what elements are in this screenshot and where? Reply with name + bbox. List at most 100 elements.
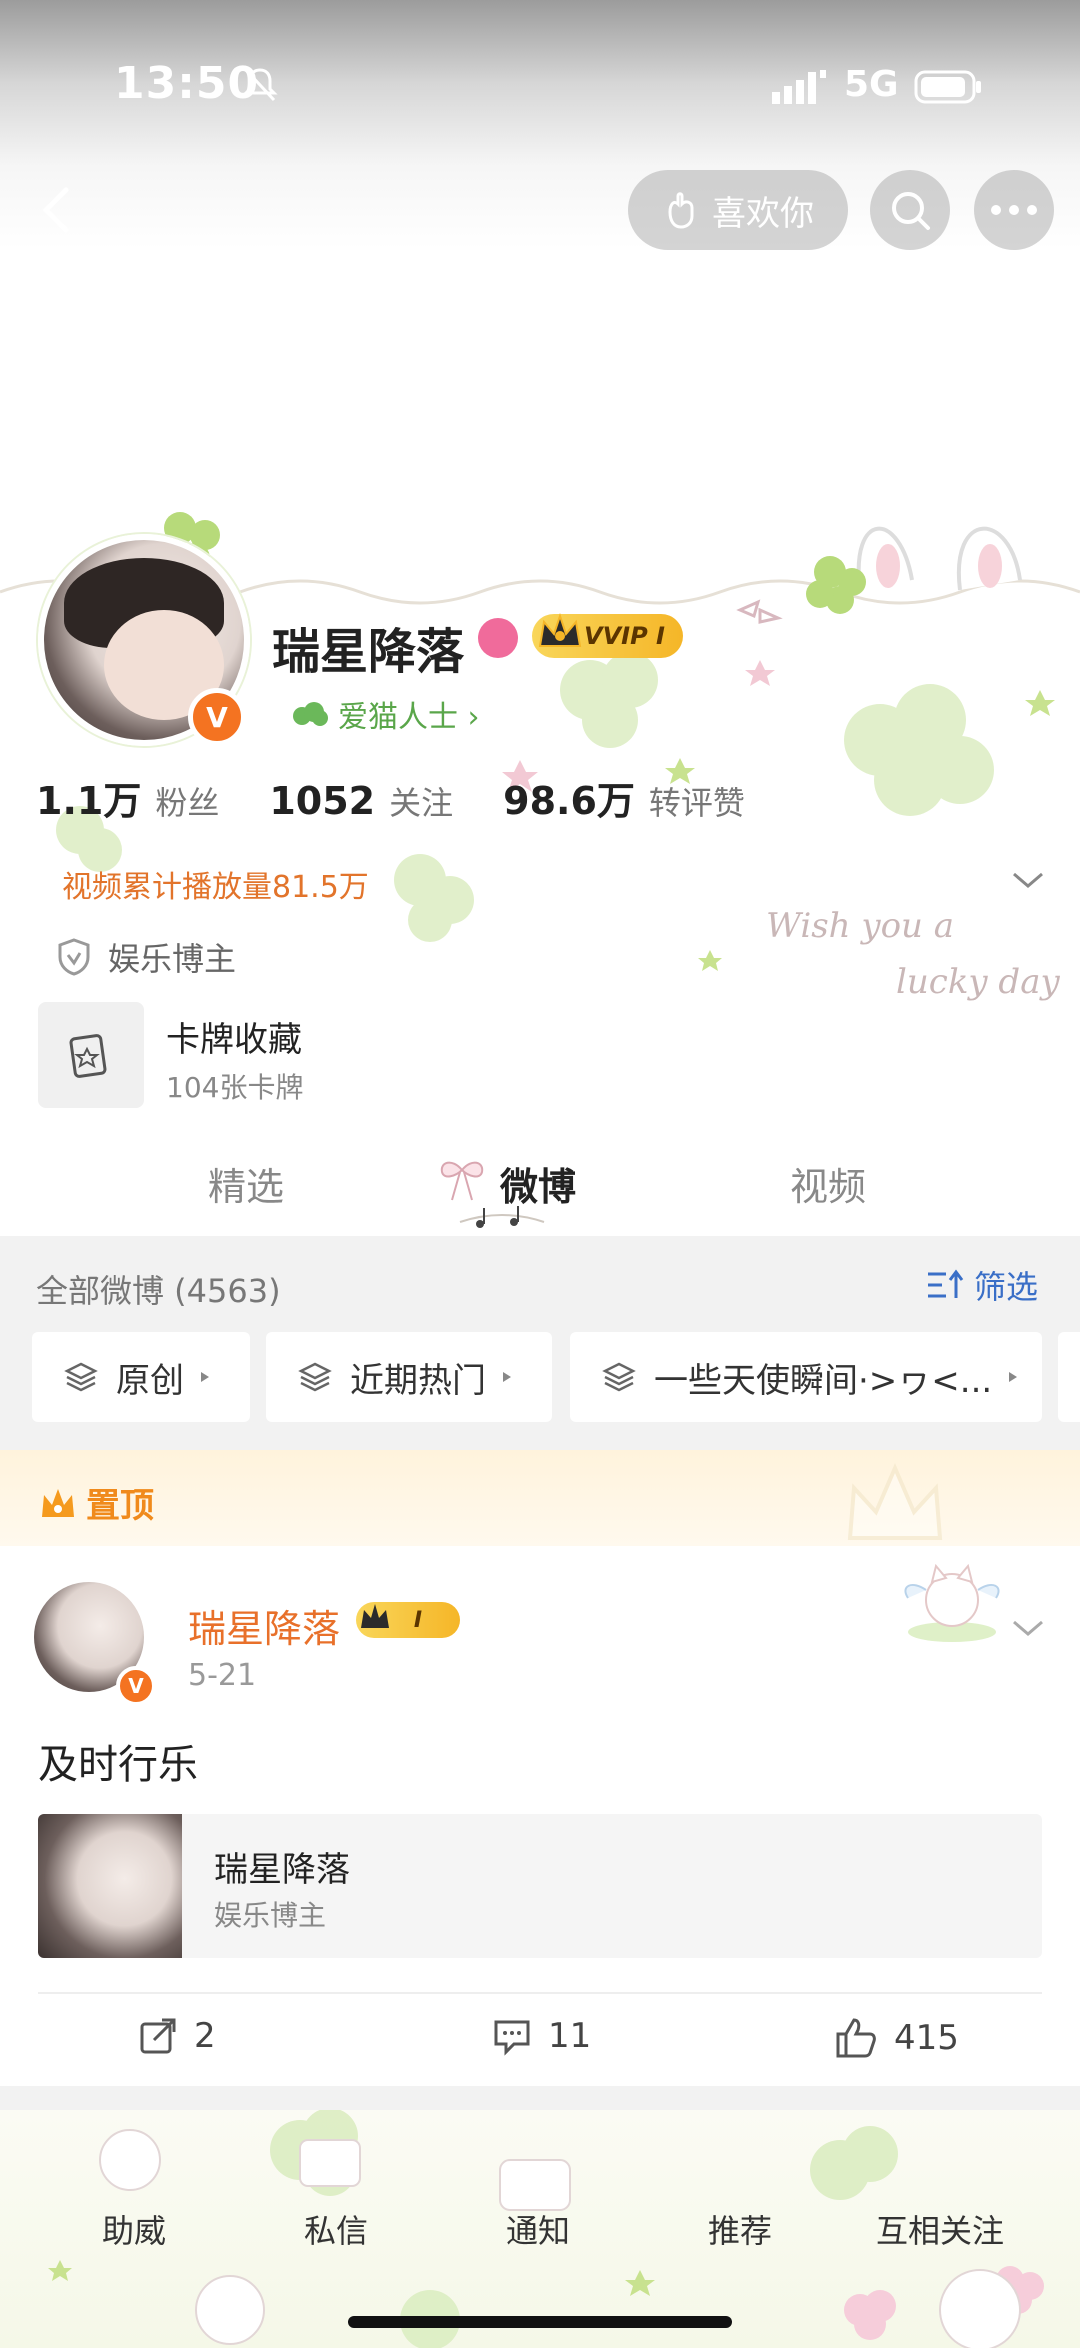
caret-right-icon (503, 1372, 511, 1382)
filter-label: 筛选 (974, 1268, 1039, 1306)
bow-icon (440, 1161, 484, 1201)
chip-recent-hot-label: 近期热门 (350, 1360, 486, 1401)
section-gap (0, 2086, 1080, 2110)
network-label: 5G (844, 64, 899, 105)
like-you-label: 喜欢你 (712, 193, 814, 234)
shared-profile-card[interactable]: 瑞星降落 娱乐博主 (38, 1814, 1042, 1958)
bottom-mutual-follow[interactable]: 互相关注 (876, 2206, 1004, 2252)
card-collection-count: 104张卡牌 (166, 1071, 304, 1104)
thumbs-up-icon (836, 2018, 876, 2058)
interest-tag[interactable]: 爱猫人士 › (292, 692, 480, 736)
engagement-label[interactable]: 转评赞 (649, 778, 745, 824)
repost-icon (140, 2018, 176, 2054)
pinned-label-text: 置顶 (86, 1486, 154, 1526)
crown-icon (538, 612, 582, 647)
repost-button[interactable]: 2 (138, 2016, 216, 2056)
tab-video[interactable]: 视频 (790, 1156, 866, 1211)
bottom-notify[interactable]: 通知 (506, 2206, 570, 2252)
filter-button[interactable]: 筛选 (926, 1262, 1038, 1308)
filter-icon (928, 1269, 964, 1298)
repost-count: 2 (194, 2016, 216, 2056)
home-indicator[interactable] (348, 2316, 732, 2328)
pinned-bar: 置顶 (0, 1450, 1080, 1546)
bottom-recommend[interactable]: 推荐 (708, 2206, 772, 2252)
profile-stats: 1.1万 粉丝 1052 关注 98.6万 转评赞 (36, 770, 795, 825)
followers-label[interactable]: 粉丝 (155, 778, 219, 824)
back-button[interactable] (28, 180, 88, 240)
all-weibo-count: 全部微博 (4563) (36, 1272, 281, 1310)
crown-icon (42, 1488, 74, 1517)
status-time: 13:50 (114, 58, 260, 109)
wish-decoration-text: Wish you a lucky day (766, 898, 1060, 1010)
bottom-cheer[interactable]: 助威 (102, 2206, 166, 2252)
card-collection-title[interactable]: 卡牌收藏 (166, 1012, 302, 1061)
shared-profile-thumbnail (38, 1814, 182, 1958)
chip-recent-hot[interactable]: 近期热门 (266, 1332, 552, 1422)
comment-count: 11 (548, 2016, 592, 2056)
pinned-label: 置顶 (38, 1478, 154, 1527)
post-text: 及时行乐 (38, 1742, 198, 1788)
post-author[interactable]: 瑞星降落 (188, 1598, 340, 1653)
hand-heart-icon (668, 192, 694, 229)
blogger-type-label: 娱乐博主 (108, 940, 237, 978)
caret-right-icon (201, 1372, 209, 1382)
card-collection-tile[interactable] (38, 1002, 144, 1108)
chevron-down-icon[interactable] (1010, 1616, 1046, 1640)
search-tag-icon[interactable] (478, 618, 518, 658)
like-button[interactable]: 415 (834, 2016, 959, 2060)
like-you-button[interactable]: 喜欢你 (628, 170, 848, 250)
filter-section: 全部微博 (4563) 筛选 原创 近期热门 一些天使瞬间·>ヮ<... (0, 1236, 1080, 1450)
vip-label: VVIP I (584, 622, 665, 650)
wish-line-1: Wish you a (766, 906, 955, 946)
shared-profile-name: 瑞星降落 (214, 1850, 350, 1890)
wish-line-2: lucky day (896, 962, 1060, 1002)
signal-icon (772, 70, 826, 104)
profile-name: 瑞星降落 (272, 624, 465, 680)
layers-icon (298, 1362, 332, 1392)
more-button[interactable] (974, 170, 1054, 250)
bottom-message[interactable]: 私信 (304, 2206, 368, 2252)
comment-button[interactable]: 11 (492, 2016, 591, 2056)
status-bar: 13:50 5G (0, 0, 1080, 176)
angel-cat-decoration (904, 1563, 1000, 1642)
post-actions: 2 11 415 (0, 1996, 1080, 2086)
post-vip-badge: I (356, 1602, 460, 1638)
chip-angel-moments-label: 一些天使瞬间·>ヮ<... (654, 1360, 993, 1401)
battery-icon (914, 70, 981, 104)
following-count[interactable]: 1052 (269, 779, 375, 823)
cloud-icon (293, 702, 328, 726)
bottom-action-bar: 助威 私信 通知 推荐 互相关注 (0, 2110, 1080, 2348)
divider (38, 1992, 1042, 1994)
music-notes-icon (459, 1206, 545, 1228)
followers-count[interactable]: 1.1万 (36, 770, 141, 825)
post-vip-label: I (413, 1607, 423, 1633)
search-button[interactable] (870, 170, 950, 250)
like-count: 415 (894, 2018, 959, 2058)
video-plays-text: 视频累计播放量81.5万 (62, 870, 369, 905)
chip-angel-moments[interactable]: 一些天使瞬间·>ヮ<... (570, 1332, 1042, 1422)
blogger-type: 娱乐博主 (56, 934, 236, 980)
shield-icon (58, 938, 90, 976)
verified-badge-icon: V (188, 688, 246, 746)
bell-muted-icon (242, 68, 278, 102)
search-icon (892, 192, 930, 230)
verified-badge-icon: V (116, 1666, 156, 1706)
following-label[interactable]: 关注 (389, 778, 453, 824)
layers-icon (602, 1362, 636, 1392)
comment-icon (494, 2020, 530, 2056)
interest-tag-label: 爱猫人士 › (338, 700, 480, 735)
chip-overflow[interactable] (1058, 1332, 1080, 1422)
vip-badge[interactable]: VVIP I (532, 612, 683, 658)
tab-featured[interactable]: 精选 (208, 1156, 284, 1211)
shared-profile-type: 娱乐博主 (214, 1899, 327, 1932)
profile-tabs: 精选 微博 视频 (0, 1140, 1080, 1236)
chip-original[interactable]: 原创 (32, 1332, 250, 1422)
engagement-count[interactable]: 98.6万 (503, 770, 635, 825)
chevron-down-icon[interactable] (1010, 868, 1046, 892)
more-icon (991, 205, 1037, 215)
chip-original-label: 原创 (116, 1360, 184, 1401)
crown-icon (361, 1604, 389, 1628)
layers-icon (64, 1362, 98, 1392)
crown-decoration (847, 1462, 943, 1540)
card-icon (69, 1034, 107, 1078)
